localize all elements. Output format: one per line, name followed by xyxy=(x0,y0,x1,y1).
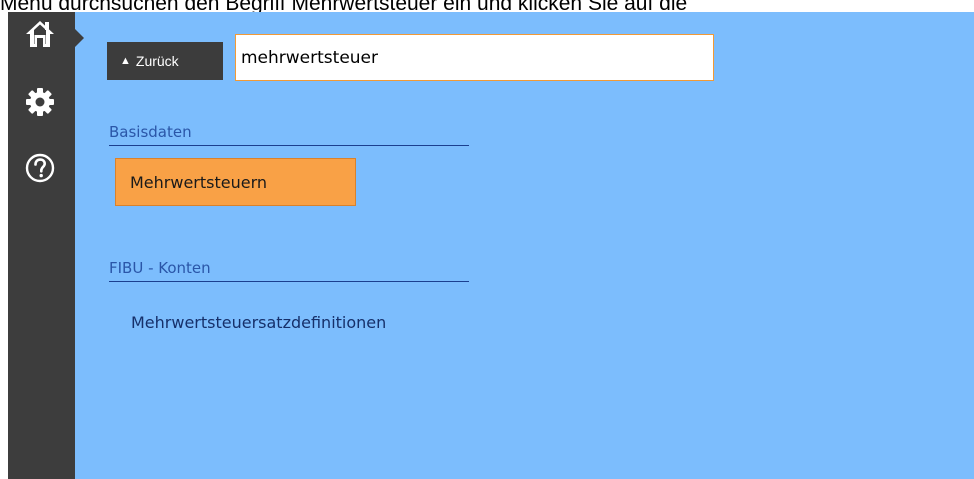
help-icon[interactable] xyxy=(24,152,56,184)
sidebar-active-pointer xyxy=(75,29,84,47)
gear-icon[interactable] xyxy=(24,86,56,118)
search-input[interactable] xyxy=(235,34,714,81)
sidebar xyxy=(8,12,75,479)
home-icon[interactable] xyxy=(24,18,56,50)
back-button-label: Zurück xyxy=(135,53,179,69)
back-button[interactable]: ▲ Zurück xyxy=(107,42,223,80)
result-item-mehrwertsteuersatzdefinitionen[interactable]: Mehrwertsteuersatzdefinitionen xyxy=(131,313,386,332)
up-arrow-icon: ▲ xyxy=(120,55,131,67)
result-item-mehrwertsteuern[interactable]: Mehrwertsteuern xyxy=(115,158,356,206)
section-title-fibu-konten: FIBU - Konten xyxy=(109,259,469,282)
section-title-basisdaten: Basisdaten xyxy=(109,123,469,146)
app-window: ▲ Zurück Basisdaten Mehrwertsteuern FIBU… xyxy=(8,12,974,479)
